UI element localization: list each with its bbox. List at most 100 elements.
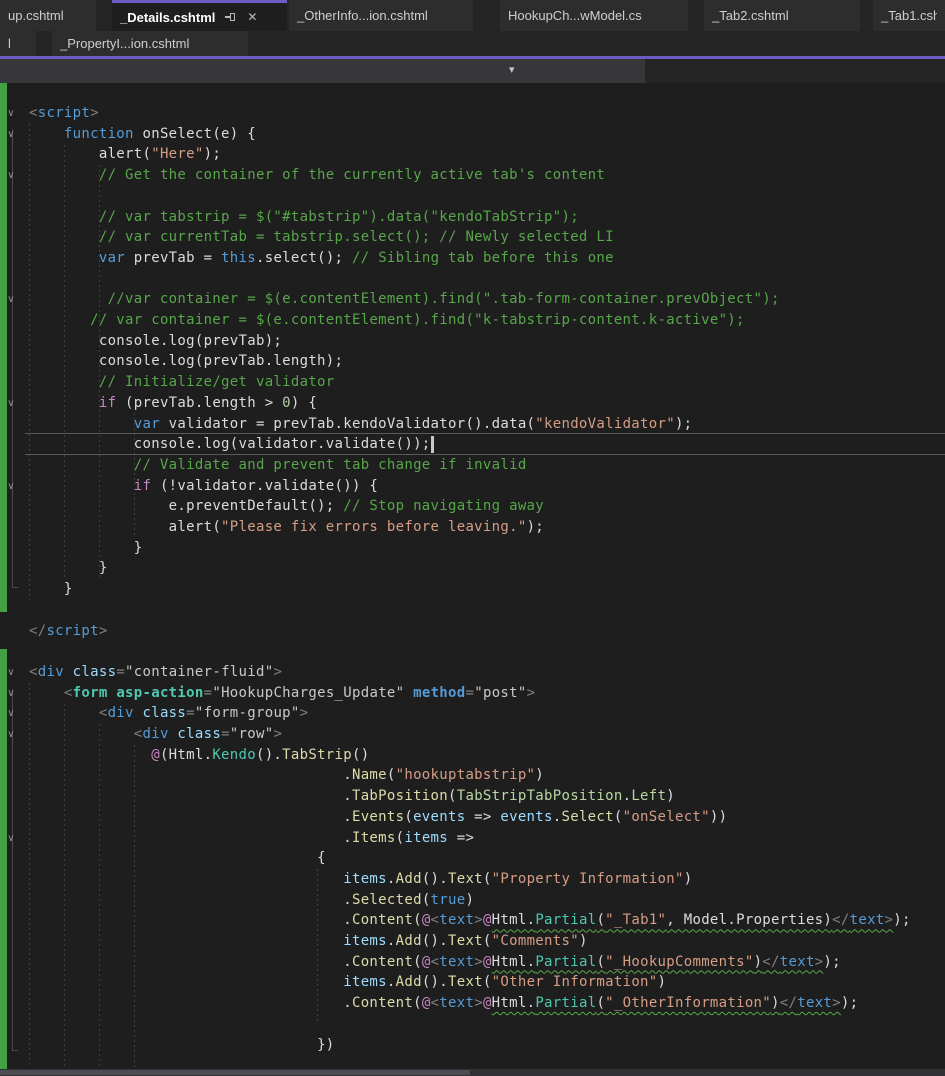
code-line-39[interactable]: .Selected(true) bbox=[29, 890, 474, 911]
code-token: asp-action bbox=[116, 684, 204, 701]
code-line-20[interactable]: e.preventDefault(); // Stop navigating a… bbox=[29, 496, 544, 517]
code-token: . bbox=[386, 933, 396, 949]
code-token: method bbox=[413, 684, 466, 701]
code-token: e.preventDefault(); bbox=[168, 498, 344, 515]
navigation-bar: ▾ bbox=[0, 59, 945, 83]
fold-chevron-icon[interactable]: ∨ bbox=[4, 832, 18, 846]
code-token: { bbox=[317, 850, 326, 867]
code-token: < bbox=[63, 684, 73, 701]
code-line-34[interactable]: .TabPosition(TabStripTabPosition.Left) bbox=[29, 786, 675, 807]
code-token: => bbox=[448, 829, 475, 846]
code-line-17[interactable]: console.log(validator.validate()); bbox=[29, 434, 431, 455]
tab-up.cshtml[interactable]: up.cshtml bbox=[0, 0, 96, 31]
code-token: (). bbox=[421, 974, 448, 991]
navigation-dropdown[interactable] bbox=[0, 59, 645, 83]
code-line-42[interactable]: .Content(@<text>@Html.Partial("_HookupCo… bbox=[29, 952, 841, 973]
tab-_Tab1.csht[interactable]: _Tab1.csht bbox=[873, 0, 945, 31]
code-line-19[interactable]: if (!validator.validate()) { bbox=[29, 476, 378, 497]
code-line-26[interactable]: </script> bbox=[29, 621, 108, 642]
code-line-24[interactable]: } bbox=[29, 579, 73, 600]
code-editor[interactable]: <script> function onSelect(e) { alert("H… bbox=[0, 83, 945, 1076]
code-line-32[interactable]: @(Html.Kendo().TabStrip() bbox=[29, 745, 369, 766]
code-line-2[interactable]: function onSelect(e) { bbox=[29, 124, 256, 145]
code-line-13[interactable]: console.log(prevTab.length); bbox=[29, 351, 343, 372]
code-token: console.log(prevTab); bbox=[98, 332, 283, 349]
code-line-4[interactable]: // Get the container of the currently ac… bbox=[29, 165, 605, 186]
code-token: TabStrip bbox=[282, 746, 352, 763]
fold-chevron-icon[interactable]: ∨ bbox=[4, 707, 18, 721]
fold-chevron-icon[interactable]: ∨ bbox=[4, 397, 18, 411]
fold-chevron-icon[interactable]: ∨ bbox=[4, 666, 18, 680]
code-line-30[interactable]: <div class="form-group"> bbox=[29, 703, 308, 724]
scrollbar-thumb[interactable] bbox=[0, 1070, 470, 1075]
pin-icon[interactable] bbox=[225, 12, 237, 22]
code-token: ( bbox=[596, 995, 606, 1012]
code-line-40[interactable]: .Content(@<text>@Html.Partial("_Tab1", M… bbox=[29, 910, 911, 931]
code-line-29[interactable]: <form asp-action="HookupCharges_Update" … bbox=[29, 683, 535, 704]
fold-chevron-icon[interactable]: ∨ bbox=[4, 169, 18, 183]
chevron-down-icon[interactable]: ▾ bbox=[509, 63, 515, 76]
code-line-41[interactable]: items.Add().Text("Comments") bbox=[29, 931, 588, 952]
code-line-37[interactable]: { bbox=[29, 848, 326, 869]
code-line-12[interactable]: console.log(prevTab); bbox=[29, 331, 282, 352]
fold-chevron-icon[interactable]: ∨ bbox=[4, 128, 18, 142]
code-token: (). bbox=[421, 933, 448, 949]
tab-label: _OtherInfo...ion.cshtml bbox=[297, 8, 428, 23]
code-token: TabPosition bbox=[351, 788, 448, 805]
code-line-23[interactable]: } bbox=[29, 558, 108, 579]
code-token: ) bbox=[753, 953, 763, 970]
code-token: @ bbox=[482, 912, 492, 929]
code-line-6[interactable]: // var tabstrip = $("#tabstrip").data("k… bbox=[29, 207, 579, 228]
code-line-38[interactable]: items.Add().Text("Property Information") bbox=[29, 869, 692, 890]
code-line-18[interactable]: // Validate and prevent tab change if in… bbox=[29, 455, 527, 476]
tab-_PropertyI...ion.cshtml[interactable]: _PropertyI...ion.cshtml bbox=[52, 31, 248, 56]
code-token: . bbox=[343, 953, 352, 970]
tab-HookupCh...wModel.cs[interactable]: HookupCh...wModel.cs bbox=[500, 0, 688, 31]
code-line-3[interactable]: alert("Here"); bbox=[29, 144, 221, 165]
fold-region-line bbox=[12, 129, 18, 588]
code-line-44[interactable]: .Content(@<text>@Html.Partial("_OtherInf… bbox=[29, 993, 858, 1014]
code-line-16[interactable]: var validator = prevTab.kendoValidator()… bbox=[29, 414, 692, 435]
code-token: } bbox=[63, 581, 73, 598]
tab-_OtherInfo...ion.cshtml[interactable]: _OtherInfo...ion.cshtml bbox=[289, 0, 473, 31]
code-line-15[interactable]: if (prevTab.length > 0) { bbox=[29, 393, 317, 414]
code-token: alert( bbox=[98, 146, 152, 163]
horizontal-scrollbar[interactable] bbox=[0, 1069, 945, 1076]
code-token: > bbox=[474, 953, 483, 970]
code-token: "Please fix errors before leaving." bbox=[221, 519, 527, 535]
code-line-36[interactable]: .Items(items => bbox=[29, 828, 474, 849]
code-line-14[interactable]: // Initialize/get validator bbox=[29, 372, 335, 393]
code-token: "Property Information" bbox=[491, 870, 684, 887]
tab-l[interactable]: l bbox=[0, 31, 36, 56]
code-token: > bbox=[526, 684, 536, 701]
code-token: ( bbox=[613, 808, 623, 825]
code-token: ( bbox=[386, 767, 396, 784]
code-line-31[interactable]: <div class="row"> bbox=[29, 724, 282, 745]
code-line-46[interactable]: }) bbox=[29, 1035, 335, 1056]
fold-chevron-icon[interactable]: ∨ bbox=[4, 293, 18, 307]
code-line-7[interactable]: // var currentTab = tabstrip.select(); /… bbox=[29, 227, 614, 248]
code-line-10[interactable]: //var container = $(e.contentElement).fi… bbox=[29, 289, 780, 310]
code-line-28[interactable]: <div class="container-fluid"> bbox=[29, 662, 282, 683]
code-token: "_OtherInformation" bbox=[605, 995, 772, 1012]
code-line-22[interactable]: } bbox=[29, 538, 142, 559]
code-line-43[interactable]: items.Add().Text("Other Information") bbox=[29, 972, 666, 993]
fold-chevron-icon[interactable]: ∨ bbox=[4, 728, 18, 742]
fold-chevron-icon[interactable]: ∨ bbox=[4, 480, 18, 494]
code-token: @ bbox=[151, 746, 160, 763]
code-line-33[interactable]: .Name("hookuptabstrip") bbox=[29, 765, 544, 786]
code-line-8[interactable]: var prevTab = this.select(); // Sibling … bbox=[29, 248, 614, 269]
code-line-21[interactable]: alert("Please fix errors before leaving.… bbox=[29, 517, 544, 538]
code-token: > bbox=[474, 912, 483, 929]
fold-chevron-icon[interactable]: ∨ bbox=[4, 107, 18, 121]
code-line-35[interactable]: .Events(events => events.Select("onSelec… bbox=[29, 807, 727, 828]
fold-chevron-icon[interactable]: ∨ bbox=[4, 687, 18, 701]
code-line-11[interactable]: // var container = $(e.contentElement).f… bbox=[29, 310, 745, 331]
close-icon[interactable]: ✕ bbox=[247, 10, 257, 24]
code-token: ); bbox=[840, 995, 859, 1012]
code-token: . bbox=[343, 912, 352, 929]
tab-_Tab2.cshtml[interactable]: _Tab2.cshtml bbox=[704, 0, 860, 31]
tab-_Details.cshtml[interactable]: _Details.cshtml ✕ bbox=[112, 0, 287, 31]
code-line-1[interactable]: <script> bbox=[29, 103, 99, 124]
